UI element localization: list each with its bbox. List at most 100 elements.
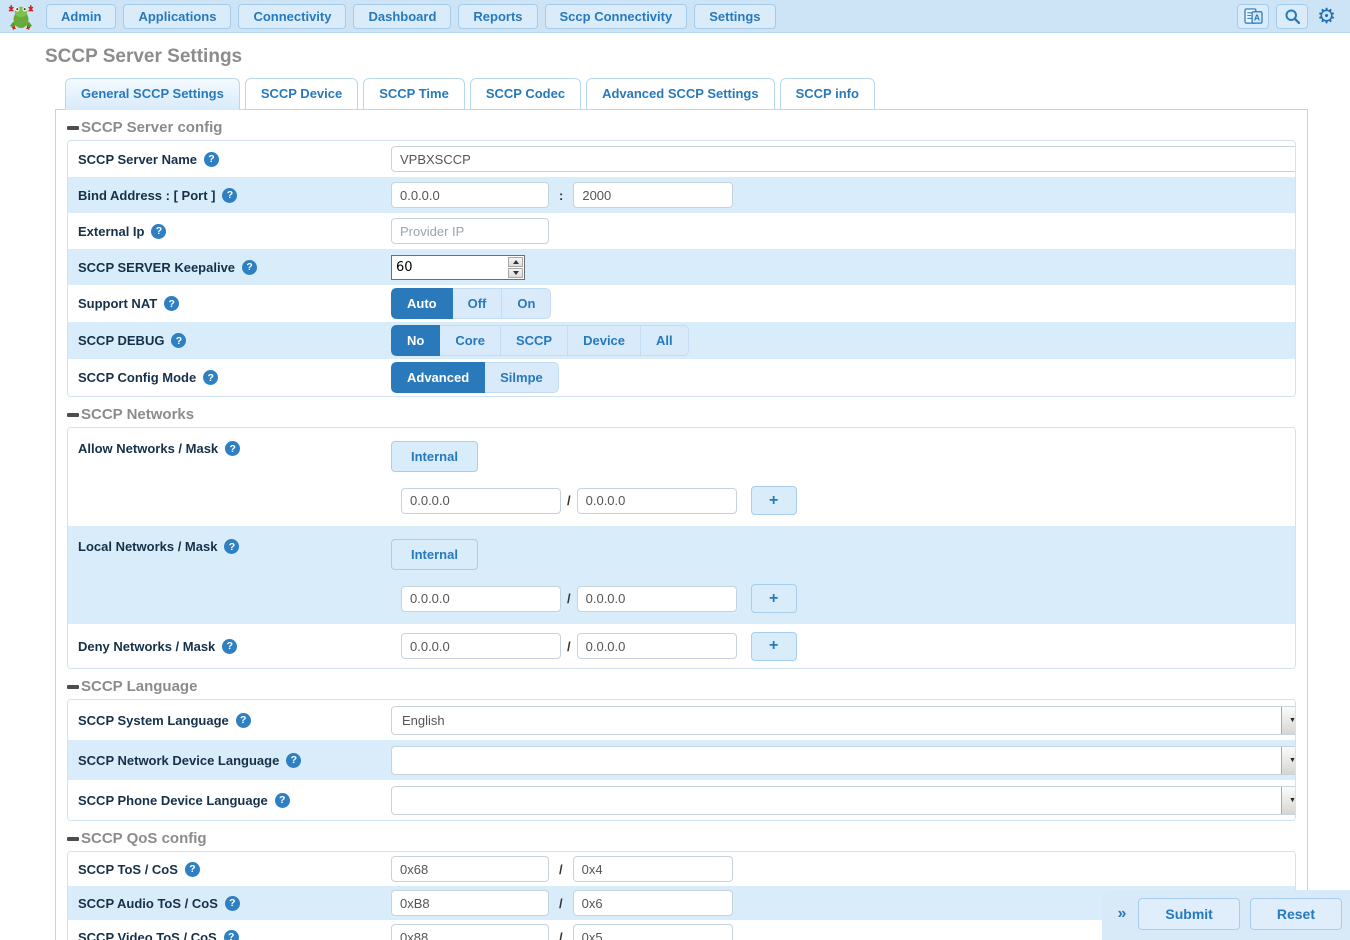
help-icon[interactable]: ? (286, 753, 301, 768)
help-icon[interactable]: ? (225, 441, 240, 456)
submit-button[interactable]: Submit (1138, 898, 1239, 930)
nav-applications[interactable]: Applications (123, 4, 231, 29)
language-icon[interactable]: A (1237, 4, 1269, 29)
deny-add-button[interactable]: + (751, 632, 797, 661)
system-language-select[interactable]: English ▼ (391, 706, 1296, 735)
sccp-cos-input[interactable] (573, 856, 733, 882)
allow-internal-button[interactable]: Internal (391, 441, 478, 472)
debug-sccp-button[interactable]: SCCP (501, 325, 568, 356)
collapse-chevrons-icon[interactable]: » (1118, 905, 1127, 923)
local-networks-label: Local Networks / Mask ? (78, 539, 391, 554)
dropdown-arrow-icon[interactable]: ▼ (1281, 707, 1296, 734)
audio-cos-input[interactable] (573, 890, 733, 916)
tab-sccp-device[interactable]: SCCP Device (245, 78, 358, 109)
sccp-debug-label: SCCP DEBUG ? (78, 333, 391, 348)
video-tos-input[interactable] (391, 924, 549, 940)
dropdown-arrow-icon[interactable]: ▼ (1281, 787, 1296, 814)
help-icon[interactable]: ? (164, 296, 179, 311)
server-name-input[interactable] (391, 146, 1296, 172)
help-icon[interactable]: ? (224, 930, 239, 940)
help-icon[interactable]: ? (222, 639, 237, 654)
audio-tos-input[interactable] (391, 890, 549, 916)
reset-button[interactable]: Reset (1250, 898, 1342, 930)
help-icon[interactable]: ? (236, 713, 251, 728)
debug-device-button[interactable]: Device (568, 325, 641, 356)
nav-reports[interactable]: Reports (458, 4, 537, 29)
external-ip-input[interactable] (391, 218, 549, 244)
row-server-name: SCCP Server Name ? (68, 141, 1295, 177)
help-icon[interactable]: ? (203, 370, 218, 385)
tab-advanced-sccp-settings[interactable]: Advanced SCCP Settings (586, 78, 775, 109)
tab-sccp-info[interactable]: SCCP info (780, 78, 875, 109)
debug-all-button[interactable]: All (641, 325, 689, 356)
deny-mask-input[interactable] (577, 633, 737, 659)
allow-add-button[interactable]: + (751, 486, 797, 515)
phone-device-language-select[interactable]: ▼ (391, 786, 1296, 815)
allow-mask-input[interactable] (577, 488, 737, 514)
row-keepalive: SCCP SERVER Keepalive ? (68, 249, 1295, 285)
spinner-down-icon[interactable] (508, 268, 523, 278)
spinner-up-icon[interactable] (508, 257, 523, 267)
local-mask-input[interactable] (577, 586, 737, 612)
top-navbar: Admin Applications Connectivity Dashboar… (0, 0, 1350, 33)
tab-sccp-codec[interactable]: SCCP Codec (470, 78, 581, 109)
help-icon[interactable]: ? (222, 188, 237, 203)
server-config-box: SCCP Server Name ? Bind Address : [ Port… (67, 140, 1296, 397)
row-external-ip: External Ip ? (68, 213, 1295, 249)
video-cos-input[interactable] (573, 924, 733, 940)
local-add-button[interactable]: + (751, 584, 797, 613)
support-nat-auto-button[interactable]: Auto (391, 288, 453, 319)
debug-core-button[interactable]: Core (440, 325, 501, 356)
nav-dashboard[interactable]: Dashboard (353, 4, 451, 29)
sccp-tos-input[interactable] (391, 856, 549, 882)
row-system-language: SCCP System Language ? English ▼ (68, 700, 1295, 740)
section-title-text: SCCP Networks (81, 406, 194, 423)
collapse-dash-icon[interactable] (67, 837, 79, 841)
nav-connectivity[interactable]: Connectivity (238, 4, 346, 29)
keepalive-spinner (391, 255, 525, 280)
bind-address-label: Bind Address : [ Port ] ? (78, 188, 391, 203)
external-ip-label: External Ip ? (78, 224, 391, 239)
config-mode-simple-button[interactable]: Silmpe (485, 362, 559, 393)
help-icon[interactable]: ? (185, 862, 200, 877)
frog-logo[interactable] (4, 1, 38, 31)
help-icon[interactable]: ? (171, 333, 186, 348)
help-icon[interactable]: ? (151, 224, 166, 239)
collapse-dash-icon[interactable] (67, 685, 79, 689)
collapse-dash-icon[interactable] (67, 413, 79, 417)
help-icon[interactable]: ? (225, 896, 240, 911)
help-icon[interactable]: ? (204, 152, 219, 167)
row-phone-device-language: SCCP Phone Device Language ? ▼ (68, 780, 1295, 820)
row-allow-networks: Allow Networks / Mask ? Internal / + (68, 428, 1295, 526)
help-icon[interactable]: ? (224, 539, 239, 554)
nav-sccp-connectivity[interactable]: Sccp Connectivity (545, 4, 688, 29)
section-title-qos: SCCP QoS config (67, 830, 1296, 847)
debug-no-button[interactable]: No (391, 325, 440, 356)
video-tos-label: SCCP Video ToS / CoS ? (78, 930, 391, 940)
nav-admin[interactable]: Admin (46, 4, 116, 29)
help-icon[interactable]: ? (275, 793, 290, 808)
row-network-device-language: SCCP Network Device Language ? ▼ (68, 740, 1295, 780)
help-icon[interactable]: ? (242, 260, 257, 275)
tab-sccp-time[interactable]: SCCP Time (363, 78, 465, 109)
gear-icon[interactable]: ⚙ (1317, 6, 1336, 27)
nav-settings[interactable]: Settings (694, 4, 775, 29)
local-network-input[interactable] (401, 586, 561, 612)
allow-network-input[interactable] (401, 488, 561, 514)
networks-box: Allow Networks / Mask ? Internal / + Loc… (67, 427, 1296, 669)
dropdown-arrow-icon[interactable]: ▼ (1281, 747, 1296, 774)
server-name-label: SCCP Server Name ? (78, 152, 391, 167)
local-internal-button[interactable]: Internal (391, 539, 478, 570)
deny-network-input[interactable] (401, 633, 561, 659)
support-nat-on-button[interactable]: On (502, 288, 551, 319)
bind-address-input[interactable] (391, 182, 549, 208)
search-icon[interactable] (1276, 4, 1308, 29)
config-mode-advanced-button[interactable]: Advanced (391, 362, 485, 393)
section-title-text: SCCP Server config (81, 119, 222, 136)
bind-port-input[interactable] (573, 182, 733, 208)
tab-general-sccp-settings[interactable]: General SCCP Settings (65, 78, 240, 110)
collapse-dash-icon[interactable] (67, 126, 79, 130)
keepalive-input[interactable] (392, 256, 507, 279)
network-device-language-select[interactable]: ▼ (391, 746, 1296, 775)
support-nat-off-button[interactable]: Off (453, 288, 503, 319)
